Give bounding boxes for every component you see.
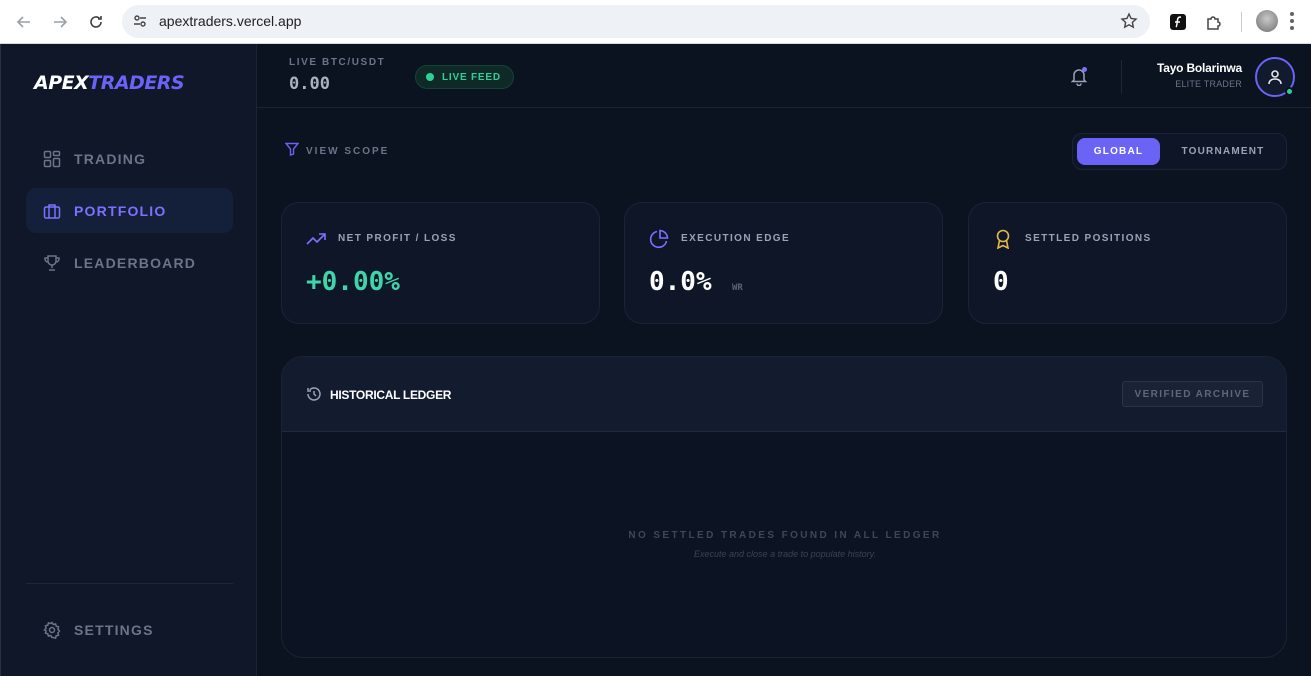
header-separator — [1121, 60, 1122, 94]
ticker-label: LIVE BTC/USDT — [289, 57, 386, 68]
live-status-dot — [426, 73, 434, 81]
view-scope-text: VIEW SCOPE — [306, 146, 390, 157]
user-icon — [1268, 70, 1282, 85]
stat-card-settled-positions: SETTLED POSITIONS 0 — [968, 202, 1287, 324]
sidebar-item-label: PORTFOLIO — [74, 202, 167, 219]
url-text[interactable]: apextraders.vercel.app — [159, 13, 301, 29]
empty-state-title: NO SETTLED TRADES FOUND IN ALL LEDGER — [628, 530, 942, 541]
back-arrow-icon[interactable] — [12, 10, 36, 34]
stat-card-execution-edge: EXECUTION EDGE 0.0% WR — [624, 202, 943, 324]
stat-value: 0 — [993, 267, 1009, 297]
sidebar-item-label: SETTINGS — [74, 621, 154, 638]
history-icon — [306, 386, 322, 407]
user-name: Tayo Bolarinwa — [1157, 61, 1242, 75]
reload-icon[interactable] — [84, 10, 108, 34]
browser-menu-icon[interactable] — [1290, 12, 1294, 30]
ledger-title: HISTORICAL LEDGER — [330, 388, 452, 402]
site-info-icon[interactable] — [132, 13, 148, 34]
sidebar-item-label: LEADERBOARD — [74, 254, 197, 271]
trending-up-icon — [306, 229, 326, 249]
pie-chart-icon — [649, 229, 669, 249]
address-bar[interactable]: apextraders.vercel.app — [122, 5, 1150, 38]
award-icon — [993, 229, 1013, 249]
sidebar-item-label: TRADING — [74, 150, 147, 167]
filter-icon — [284, 142, 300, 161]
live-feed-label: LIVE FEED — [442, 71, 501, 83]
logo-part-traders: TRADERS — [88, 72, 185, 94]
toolbar-separator — [1241, 12, 1242, 32]
ticker-value: 0.00 — [289, 74, 330, 94]
stat-unit: WR — [732, 283, 743, 293]
empty-state-subtitle: Execute and close a trade to populate hi… — [694, 549, 876, 559]
verified-archive-badge: VERIFIED ARCHIVE — [1122, 381, 1263, 407]
brand-logo[interactable]: APEXTRADERS — [34, 72, 185, 94]
layout-grid-icon — [42, 149, 62, 169]
online-status-dot — [1285, 87, 1294, 96]
user-role: ELITE TRADER — [1175, 79, 1242, 89]
stat-label: SETTLED POSITIONS — [1025, 233, 1152, 244]
sidebar-item-settings[interactable]: SETTINGS — [26, 607, 233, 652]
scope-toggle: GLOBAL TOURNAMENT — [1072, 133, 1287, 170]
extension-f-icon[interactable] — [1166, 10, 1190, 34]
top-header: LIVE BTC/USDT 0.00 LIVE FEED Tayo Bolari… — [257, 44, 1311, 108]
tab-tournament[interactable]: TOURNAMENT — [1167, 138, 1279, 165]
forward-arrow-icon[interactable] — [48, 10, 72, 34]
stat-label: EXECUTION EDGE — [681, 233, 791, 244]
stat-value: 0.0% — [649, 267, 712, 297]
sidebar: APEXTRADERS TRADING PORTFOLIO LEADERBOAR… — [0, 44, 257, 676]
browser-profile-avatar[interactable] — [1256, 10, 1278, 32]
view-scope-label: VIEW SCOPE — [284, 142, 390, 161]
ledger-header: HISTORICAL LEDGER VERIFIED ARCHIVE — [282, 357, 1286, 432]
trophy-icon — [42, 253, 62, 273]
app-root: APEXTRADERS TRADING PORTFOLIO LEADERBOAR… — [0, 44, 1311, 676]
stat-card-net-profit: NET PROFIT / LOSS +0.00% — [281, 202, 600, 324]
stat-label: NET PROFIT / LOSS — [338, 233, 457, 244]
stat-value: +0.00% — [306, 267, 400, 297]
sidebar-item-trading[interactable]: TRADING — [26, 136, 233, 181]
browser-chrome: apextraders.vercel.app — [0, 0, 1311, 44]
sidebar-item-leaderboard[interactable]: LEADERBOARD — [26, 240, 233, 285]
tab-global[interactable]: GLOBAL — [1077, 138, 1160, 165]
live-feed-badge: LIVE FEED — [415, 65, 514, 89]
bookmark-star-icon[interactable] — [1120, 12, 1138, 35]
historical-ledger: HISTORICAL LEDGER VERIFIED ARCHIVE NO SE… — [281, 356, 1287, 658]
sidebar-item-portfolio[interactable]: PORTFOLIO — [26, 188, 233, 233]
notification-dot — [1082, 67, 1087, 72]
logo-part-apex: APEX — [34, 72, 89, 94]
sidebar-divider — [26, 583, 233, 584]
briefcase-icon — [42, 201, 62, 221]
extensions-puzzle-icon[interactable] — [1202, 10, 1226, 34]
gear-icon — [42, 620, 62, 640]
